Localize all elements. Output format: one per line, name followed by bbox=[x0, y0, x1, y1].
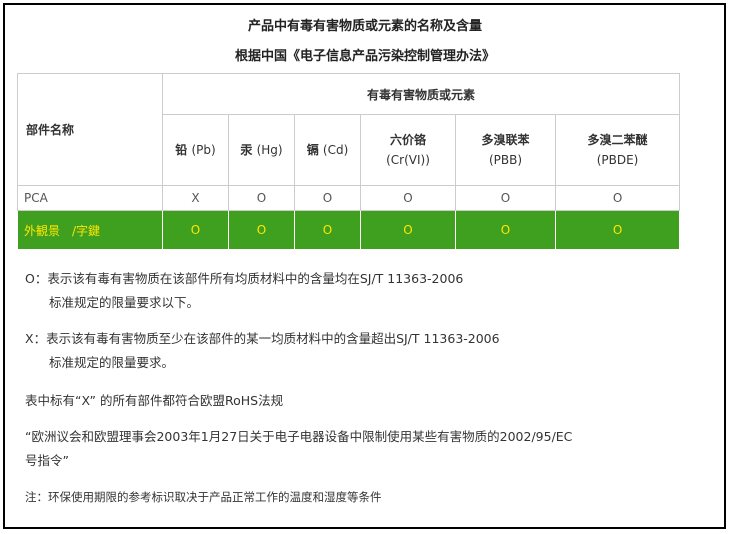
document-frame: 产品中有毒有害物质或元素的名称及含量 根据中国《电子信息产品污染控制管理办法》 … bbox=[3, 3, 726, 529]
note-o-line1: O：表示该有毒有害物质在该部件所有均质材料中的含量均在SJ/T 11363-20… bbox=[25, 271, 464, 286]
note-o-line2: 标准规定的限量要求以下。 bbox=[49, 295, 200, 310]
column-header-hg: 汞 (Hg) bbox=[228, 114, 295, 186]
table-cell: X bbox=[162, 185, 229, 211]
column-header-pbb-en: (PBB) bbox=[488, 153, 523, 167]
column-header-cd-cn: 镉 bbox=[306, 143, 319, 157]
table-cell: O bbox=[360, 185, 456, 211]
part-name-header: 部件名称 bbox=[17, 73, 163, 186]
column-header-cd: 镉 (Cd) bbox=[294, 114, 361, 186]
note-rohs: 表中标有“X” 的所有部件都符合欧盟RoHS法规 bbox=[25, 393, 284, 408]
table-cell: O bbox=[554, 185, 681, 211]
hazardous-substance-table: 部件名称 有毒有害物质或元素 铅 (Pb) 汞 (Hg) 镉 (Cd) 六价铬 (… bbox=[17, 73, 681, 253]
note-x-line1: X：表示该有毒有害物质至少在该部件的某一均质材料中的含量超出SJ/T 11363… bbox=[25, 331, 500, 346]
note-eu-directive-line2: 号指令” bbox=[25, 453, 69, 468]
table-row: PCA X O O O O O bbox=[17, 185, 681, 211]
table-cell: O bbox=[360, 210, 456, 250]
table-cell: O bbox=[228, 210, 295, 250]
row-part-name: PCA bbox=[17, 185, 163, 211]
table-cell: O bbox=[455, 185, 556, 211]
table-cell: O bbox=[554, 210, 681, 250]
column-header-pb-en: (Pb) bbox=[191, 143, 216, 157]
column-header-pbde: 多溴二苯醚 (PBDE) bbox=[554, 114, 681, 186]
column-header-pbde-en: (PBDE) bbox=[596, 153, 639, 167]
note-x-line2: 标准规定的限量要求。 bbox=[49, 355, 175, 370]
column-header-pb-cn: 铅 bbox=[175, 143, 188, 157]
document-subtitle: 根据中国《电子信息产品污染控制管理办法》 bbox=[234, 49, 495, 64]
footnote: 注：环保使用期限的参考标识取决于产品正常工作的温度和湿度等条件 bbox=[25, 490, 382, 504]
column-header-cr6-cn: 六价铬 bbox=[389, 133, 426, 147]
table-cell: O bbox=[228, 185, 295, 211]
document-title: 产品中有毒有害物质或元素的名称及含量 bbox=[247, 19, 482, 34]
table-row-highlighted: 外観景 /字鍵 O O O O O O bbox=[17, 210, 681, 250]
column-header-hg-en: (Hg) bbox=[256, 143, 283, 157]
column-header-cd-en: (Cd) bbox=[322, 143, 349, 157]
column-header-pbb: 多溴联苯 (PBB) bbox=[455, 114, 556, 186]
table-cell: O bbox=[162, 210, 229, 250]
note-eu-directive-line1: “欧洲议会和欧盟理事会2003年1月27日关于电子电器设备中限制使用某些有害物质… bbox=[25, 429, 573, 444]
table-cell: O bbox=[294, 210, 361, 250]
column-header-pbde-cn: 多溴二苯醚 bbox=[587, 133, 648, 147]
column-header-pbb-cn: 多溴联苯 bbox=[481, 133, 530, 147]
table-cell: O bbox=[294, 185, 361, 211]
column-header-pb: 铅 (Pb) bbox=[162, 114, 229, 186]
substance-group-header: 有毒有害物质或元素 bbox=[161, 73, 681, 115]
column-header-cr6-en: (Cr(VI)) bbox=[386, 153, 430, 167]
column-header-hg-cn: 汞 bbox=[240, 143, 253, 157]
table-cell: O bbox=[455, 210, 556, 250]
row-part-name: 外観景 /字鍵 bbox=[17, 210, 163, 250]
column-header-cr6: 六价铬 (Cr(VI)) bbox=[360, 114, 456, 186]
